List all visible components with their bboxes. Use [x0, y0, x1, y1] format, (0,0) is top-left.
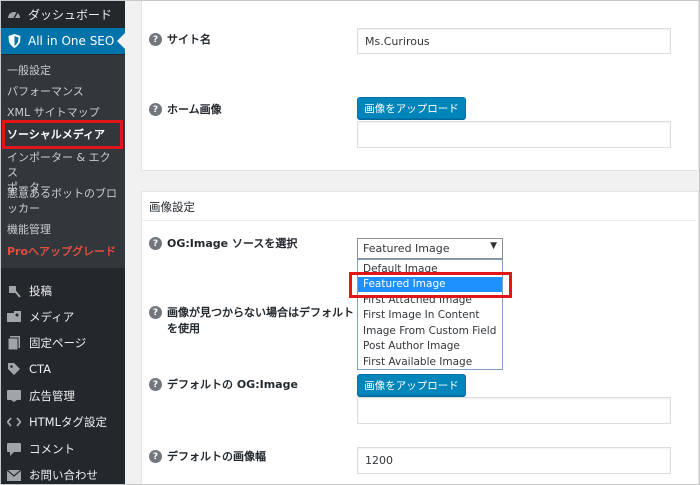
fallback-label-line2: を使用 [167, 322, 200, 335]
default-og-url-input[interactable] [357, 397, 671, 424]
main-content: ? サイト名 Ms.Curirous ? ホーム画像 画像をアップロード 画像設… [125, 1, 699, 484]
sidebar-item-html-tags[interactable]: HTMLタグ設定 [1, 410, 125, 434]
sidebar-item-label: 広告管理 [29, 389, 75, 403]
submenu-performance[interactable]: パフォーマンス [7, 84, 119, 99]
sidebar-item-contact[interactable]: お問い合わせ [1, 463, 125, 484]
help-icon[interactable]: ? [149, 378, 162, 391]
sidebar-item-media[interactable]: メディア [1, 305, 125, 329]
site-name-label: ? サイト名 [149, 32, 211, 48]
tag-icon [7, 362, 21, 376]
dropdown-option-image-from-custom-field[interactable]: Image From Custom Field [358, 323, 502, 339]
default-og-upload-button[interactable]: 画像をアップロード [357, 374, 466, 396]
sidebar-item-label: ダッシュボード [28, 7, 113, 22]
help-icon[interactable]: ? [149, 237, 162, 250]
home-image-upload-button[interactable]: 画像をアップロード [357, 97, 466, 119]
site-name-input[interactable]: Ms.Curirous [357, 28, 671, 54]
highlight-box-social-media [2, 120, 123, 149]
sidebar-item-comments[interactable]: コメント [1, 437, 125, 461]
submenu-badbot-line1: 悪意あるボットのブロ [7, 187, 117, 200]
mail-icon [7, 468, 21, 482]
home-image-url-input[interactable] [357, 121, 671, 148]
ad-icon [7, 389, 21, 403]
dropdown-option-post-author-image[interactable]: Post Author Image [358, 339, 502, 355]
submenu-upgrade-pro[interactable]: Proへアップグレード [7, 244, 119, 259]
home-image-label: ? ホーム画像 [149, 102, 222, 118]
submenu-badbot-line2: ッカー [7, 202, 40, 215]
submenu-general[interactable]: 一般設定 [7, 63, 119, 78]
page-icon [7, 336, 21, 350]
submenu-importer-line1: インポーター & エクス [7, 151, 111, 179]
code-icon [7, 415, 21, 429]
help-icon[interactable]: ? [149, 103, 162, 116]
sidebar-item-label: CTA [29, 362, 52, 376]
default-image-width-input[interactable]: 1200 [357, 447, 671, 474]
default-og-image-label: ? デフォルトの OG:Image [149, 377, 298, 393]
sidebar-item-cta[interactable]: CTA [1, 357, 125, 381]
og-source-select[interactable]: Featured Image ▼ [357, 238, 503, 259]
highlight-box-featured-image [349, 272, 512, 298]
sidebar-item-pages[interactable]: 固定ページ [1, 331, 125, 355]
image-settings-title: 画像設定 [149, 200, 195, 214]
sidebar-item-label: 投稿 [29, 284, 52, 298]
sidebar-item-aioseo[interactable]: All in One SEO [1, 28, 125, 54]
default-image-width-label: ? デフォルトの画像幅 [149, 449, 266, 465]
aioseo-submenu: 一般設定 パフォーマンス XML サイトマップ ソーシャルメディア インポーター… [1, 55, 125, 268]
submenu-feature-manager[interactable]: 機能管理 [7, 222, 119, 237]
help-icon[interactable]: ? [149, 450, 162, 463]
help-icon[interactable]: ? [149, 306, 162, 319]
og-source-label: ? OG:Image ソースを選択 [149, 236, 297, 252]
dropdown-option-first-available-image[interactable]: First Available Image [358, 354, 502, 370]
comment-icon [7, 442, 21, 456]
fallback-default-label: ? 画像が見つからない場合はデフォルト を使用 [149, 305, 354, 337]
screenshot-frame: ダッシュボード All in One SEO 一般設定 パフォーマンス XML … [0, 0, 700, 485]
sidebar-item-ad-manager[interactable]: 広告管理 [1, 384, 125, 408]
sidebar-item-posts[interactable]: 投稿 [1, 279, 125, 303]
fallback-label-line1: 画像が見つからない場合はデフォルト [167, 306, 354, 319]
dropdown-option-first-image-in-content[interactable]: First Image In Content [358, 308, 502, 324]
admin-sidebar: ダッシュボード All in One SEO 一般設定 パフォーマンス XML … [1, 1, 125, 484]
pin-icon [7, 284, 21, 298]
sidebar-item-label: All in One SEO [28, 34, 115, 48]
current-menu-arrow [117, 33, 125, 49]
aioseo-shield-icon [7, 34, 21, 48]
sidebar-item-label: お問い合わせ [29, 468, 98, 482]
section-divider [142, 220, 696, 221]
submenu-bad-bot-blocker[interactable]: 悪意あるボットのブロ ッカー [7, 186, 119, 216]
dashboard-icon [7, 7, 21, 21]
help-icon[interactable]: ? [149, 33, 162, 46]
submenu-xml-sitemap[interactable]: XML サイトマップ [7, 105, 119, 120]
sidebar-item-label: コメント [29, 442, 75, 456]
sidebar-item-label: メディア [29, 310, 75, 324]
og-source-selected-value: Featured Image [363, 242, 450, 255]
sidebar-item-dashboard[interactable]: ダッシュボード [1, 1, 125, 27]
media-icon [7, 310, 21, 324]
dropdown-caret-icon: ▼ [490, 241, 497, 251]
sidebar-item-label: 固定ページ [29, 336, 87, 350]
sidebar-item-label: HTMLタグ設定 [29, 415, 108, 429]
